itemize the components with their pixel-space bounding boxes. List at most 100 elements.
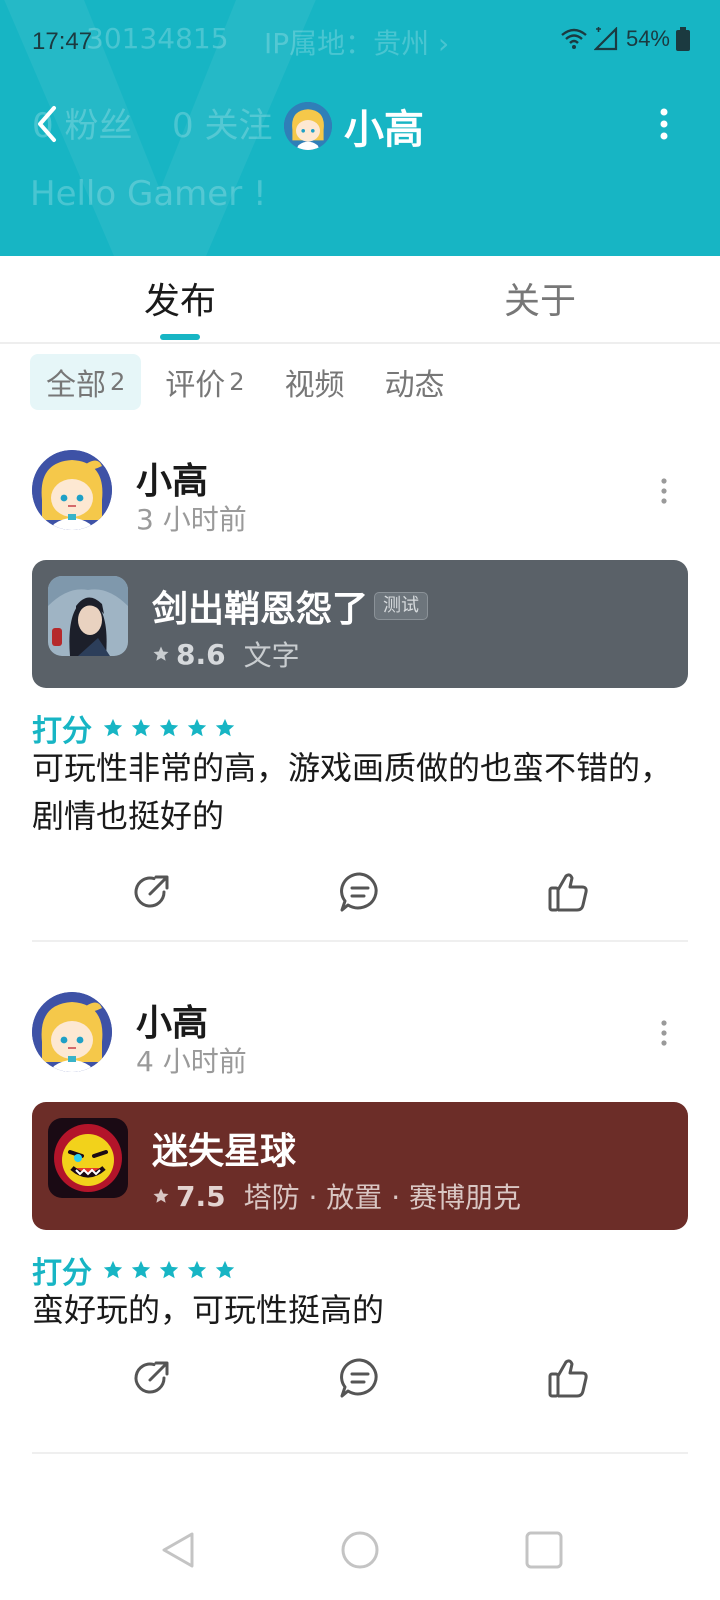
comment-button[interactable] [338,870,382,914]
filter-label: 评价 [165,368,226,403]
game-meta: 7.5 塔防 · 放置 · 赛博朋克 [152,1176,521,1216]
post-more-button[interactable] [658,476,670,506]
chevron-left-icon [38,106,56,142]
avatar-image [284,102,332,150]
status-time: 17:47 [32,28,93,55]
avatar[interactable] [284,102,332,150]
author-avatar[interactable] [32,992,112,1072]
post-actions [0,1356,720,1406]
thumbs-up-icon [548,873,588,912]
star-icon [103,1260,123,1279]
avatar-image [32,992,112,1072]
game-name: 迷失星球 [152,1131,297,1172]
filter-reviews[interactable]: 评价 2 [149,354,260,410]
author-name[interactable]: 小高 [136,452,208,504]
game-art-image [48,1118,128,1198]
post-actions [0,870,720,920]
filter-count: 2 [229,368,245,396]
game-icon [48,576,128,656]
game-score: 8.6 [176,637,226,671]
game-icon [48,1118,128,1198]
game-name: 剑出鞘恩怨了 [152,589,369,630]
filter-videos[interactable]: 视频 [269,354,361,410]
triangle-back-icon [162,1532,194,1568]
battery-icon [676,27,690,51]
thumbs-up-icon [548,1359,588,1398]
rating-stars [102,717,236,739]
game-test-badge: 测试 [374,592,428,620]
ip-location[interactable]: IP属地：贵州 › [264,22,449,62]
star-icon [187,1260,207,1279]
filter-chips: 全部 2 评价 2 视频 动态 [30,354,469,410]
comment-button[interactable] [338,1356,382,1400]
star-icon [215,1260,235,1279]
author-name[interactable]: 小高 [136,994,208,1046]
star-icon [131,1260,151,1279]
filter-all[interactable]: 全部 2 [30,354,142,410]
post-divider [32,1452,688,1454]
game-score: 7.5 [176,1179,226,1213]
user-bio: Hello Gamer ! [30,174,267,214]
post-time: 3 小时前 [136,503,247,536]
tab-indicator [160,334,200,340]
following-count[interactable]: 0 关注 [172,98,272,147]
author-avatar[interactable] [32,450,112,530]
filter-moments[interactable]: 动态 [369,354,461,410]
game-tags: 文字 [243,639,300,672]
like-button[interactable] [546,870,590,914]
tab-publish[interactable]: 发布 [144,272,216,324]
star-icon [187,718,207,737]
post-divider [32,940,688,942]
filter-label: 视频 [284,368,345,403]
review-text[interactable]: 可玩性非常的高，游戏画质做的也蛮不错的，剧情也挺好的 [32,744,672,840]
star-icon [103,718,123,737]
more-vertical-icon [660,108,668,140]
post-time: 4 小时前 [136,1045,247,1078]
game-art-image [48,576,128,656]
tab-about[interactable]: 关于 [504,272,576,324]
system-nav-bar [0,1500,720,1600]
game-tags: 塔防 · 放置 · 赛博朋克 [243,1181,522,1214]
back-button[interactable] [26,100,66,148]
square-recents-icon [525,1531,563,1569]
signal-icon [593,27,618,51]
wifi-icon [561,28,587,49]
comment-icon [340,872,378,912]
star-icon [131,718,151,737]
star-icon [153,646,169,661]
rating-stars [102,1259,236,1281]
game-meta: 8.6 文字 [152,634,300,674]
more-vertical-icon [661,1020,667,1046]
star-icon [159,718,179,737]
circle-home-icon [341,1531,379,1569]
header-title: 小高 [284,97,424,155]
status-icons: 54% [560,26,690,52]
more-options-button[interactable] [654,104,674,144]
more-vertical-icon [661,478,667,504]
share-icon [134,875,169,908]
avatar-image [32,450,112,530]
game-card[interactable]: 迷失星球 7.5 塔防 · 放置 · 赛博朋克 [32,1102,688,1230]
filter-count: 2 [110,368,126,396]
comment-icon [340,1358,378,1398]
star-icon [215,718,235,737]
nav-back-button[interactable] [150,1522,206,1578]
filter-label: 动态 [384,368,445,403]
main-tabs: 发布 关于 [0,256,720,344]
review-text[interactable]: 蛮好玩的，可玩性挺高的 [32,1286,672,1334]
like-button[interactable] [546,1356,590,1400]
share-button[interactable] [130,1356,174,1400]
share-button[interactable] [130,870,174,914]
post-more-button[interactable] [658,1018,670,1048]
nav-home-button[interactable] [332,1522,388,1578]
profile-header: 30134815 IP属地：贵州 › 0 粉丝 0 关注 Hello Gamer… [0,0,720,256]
star-icon [159,1260,179,1279]
user-id: 30134815 [86,22,229,55]
share-icon [134,1361,169,1394]
star-icon [153,1188,169,1203]
nav-recents-button[interactable] [516,1522,572,1578]
battery-percent: 54% [625,26,670,51]
filter-label: 全部 [46,368,106,403]
game-card[interactable]: 剑出鞘恩怨了 测试 8.6 文字 [32,560,688,688]
page-title: 小高 [344,107,424,153]
